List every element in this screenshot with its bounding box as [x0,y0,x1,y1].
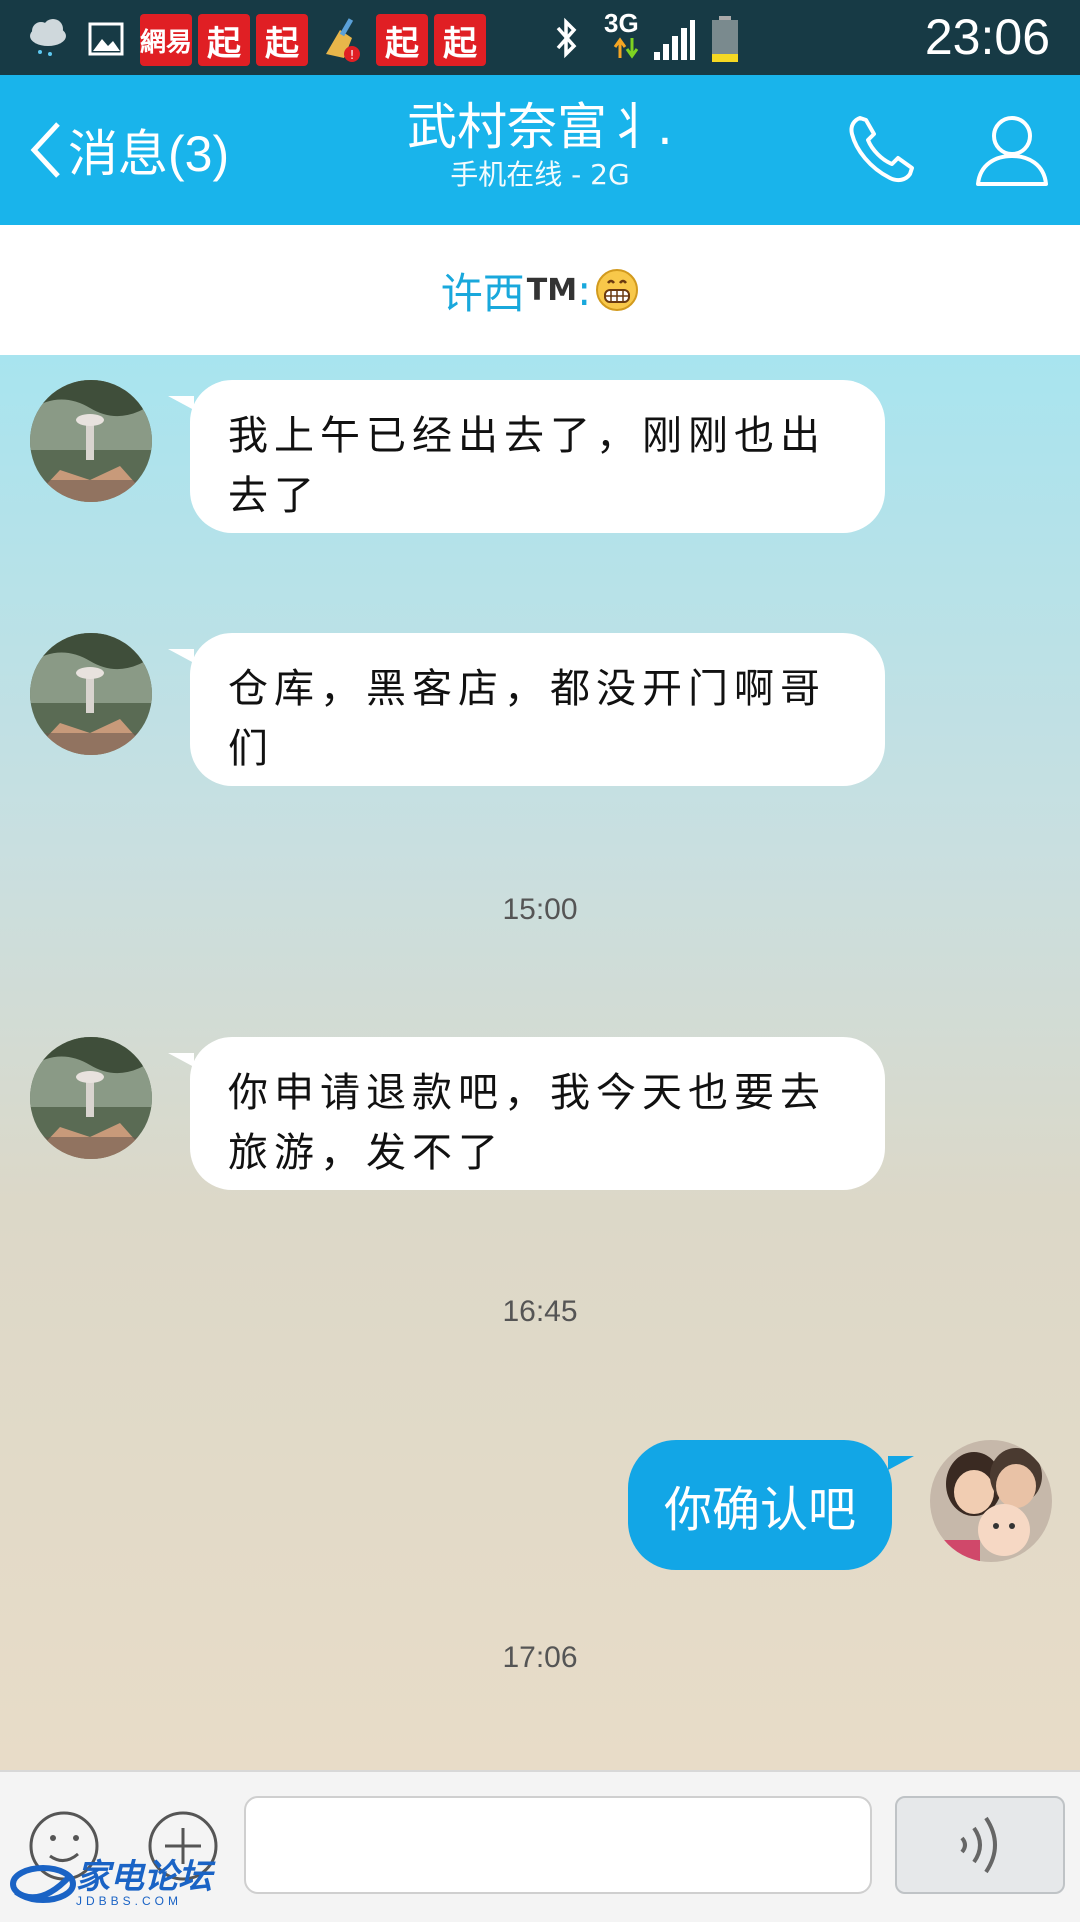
bubble-tail [168,649,194,663]
banner-name: 许西 [440,268,525,318]
app-notification-icon: 網易 [140,14,192,66]
message-timestamp: 17:06 [502,1641,578,1674]
app-notification-icon: 起 [376,14,428,66]
message-list[interactable]: 我上午已经出去了，刚刚也出去了 仓库，黑客店，都没开门啊哥们 15:00 你申请… [0,355,1080,1770]
bubble-tail [168,1053,194,1067]
weather-icon [30,19,66,56]
banner-colon: : [577,265,592,315]
back-label: 消息(3) [68,126,230,182]
grin-emoji-icon [596,269,639,311]
back-button[interactable]: 消息(3) [28,107,229,193]
app-notification-icon: 起 [434,14,486,66]
contact-info[interactable]: 武村奈富丬. 手机在线 - 2G [340,97,740,193]
message-timestamp: 15:00 [502,893,578,926]
message-text: 仓库，黑客店，都没开门啊哥们 [228,666,826,772]
contact-name: 武村奈富丬. [407,98,673,156]
gallery-icon [88,22,124,56]
status-bar: 網易 起 起 ! 起 起 3G 23:06 [0,0,1080,75]
incoming-message-bubble[interactable]: 你申请退款吧，我今天也要去旅游，发不了 [168,1037,885,1190]
bubble-tail [888,1456,914,1470]
message-text: 你申请退款吧，我今天也要去旅游，发不了 [228,1070,826,1176]
app-notification-icon: 起 [256,14,308,66]
message-text: 你确认吧 [663,1482,856,1538]
app-notification-icon: 起 [198,14,250,66]
cleaner-icon: ! [326,18,360,62]
watermark: 家电论坛 JDBBS.COM [10,1858,212,1910]
contact-avatar[interactable] [30,380,152,502]
back-chevron-icon [30,122,60,178]
clock: 23:06 [924,9,1050,65]
data-arrows-icon [613,37,639,59]
contact-avatar[interactable] [30,633,152,755]
watermark-logo-icon [10,1865,76,1903]
my-avatar[interactable] [930,1440,1052,1562]
battery-icon [712,16,738,62]
group-banner[interactable]: 许西 TM : [0,225,1080,355]
incoming-message-bubble[interactable]: 仓库，黑客店，都没开门啊哥们 [168,633,885,786]
chat-header: 消息(3) 武村奈富丬. 手机在线 - 2G [0,75,1080,225]
profile-icon[interactable] [972,110,1052,190]
signal-icon [654,20,695,60]
contact-status: 手机在线 - 2G [450,158,630,191]
contact-avatar[interactable] [30,1037,152,1159]
banner-tm: TM [526,272,578,308]
message-text: 我上午已经出去了，刚刚也出去了 [228,413,826,519]
phone-icon[interactable] [842,110,922,190]
message-input[interactable] [244,1796,872,1894]
svg-text:!: ! [350,48,355,62]
outgoing-message-bubble[interactable]: 你确认吧 [627,1440,914,1570]
watermark-brand: 家电论坛 [76,1857,212,1897]
voice-icon [960,1816,997,1874]
bluetooth-icon [556,17,577,59]
message-timestamp: 16:45 [502,1295,578,1328]
bubble-tail [168,396,194,410]
incoming-message-bubble[interactable]: 我上午已经出去了，刚刚也出去了 [168,380,885,533]
voice-button[interactable] [895,1796,1065,1894]
